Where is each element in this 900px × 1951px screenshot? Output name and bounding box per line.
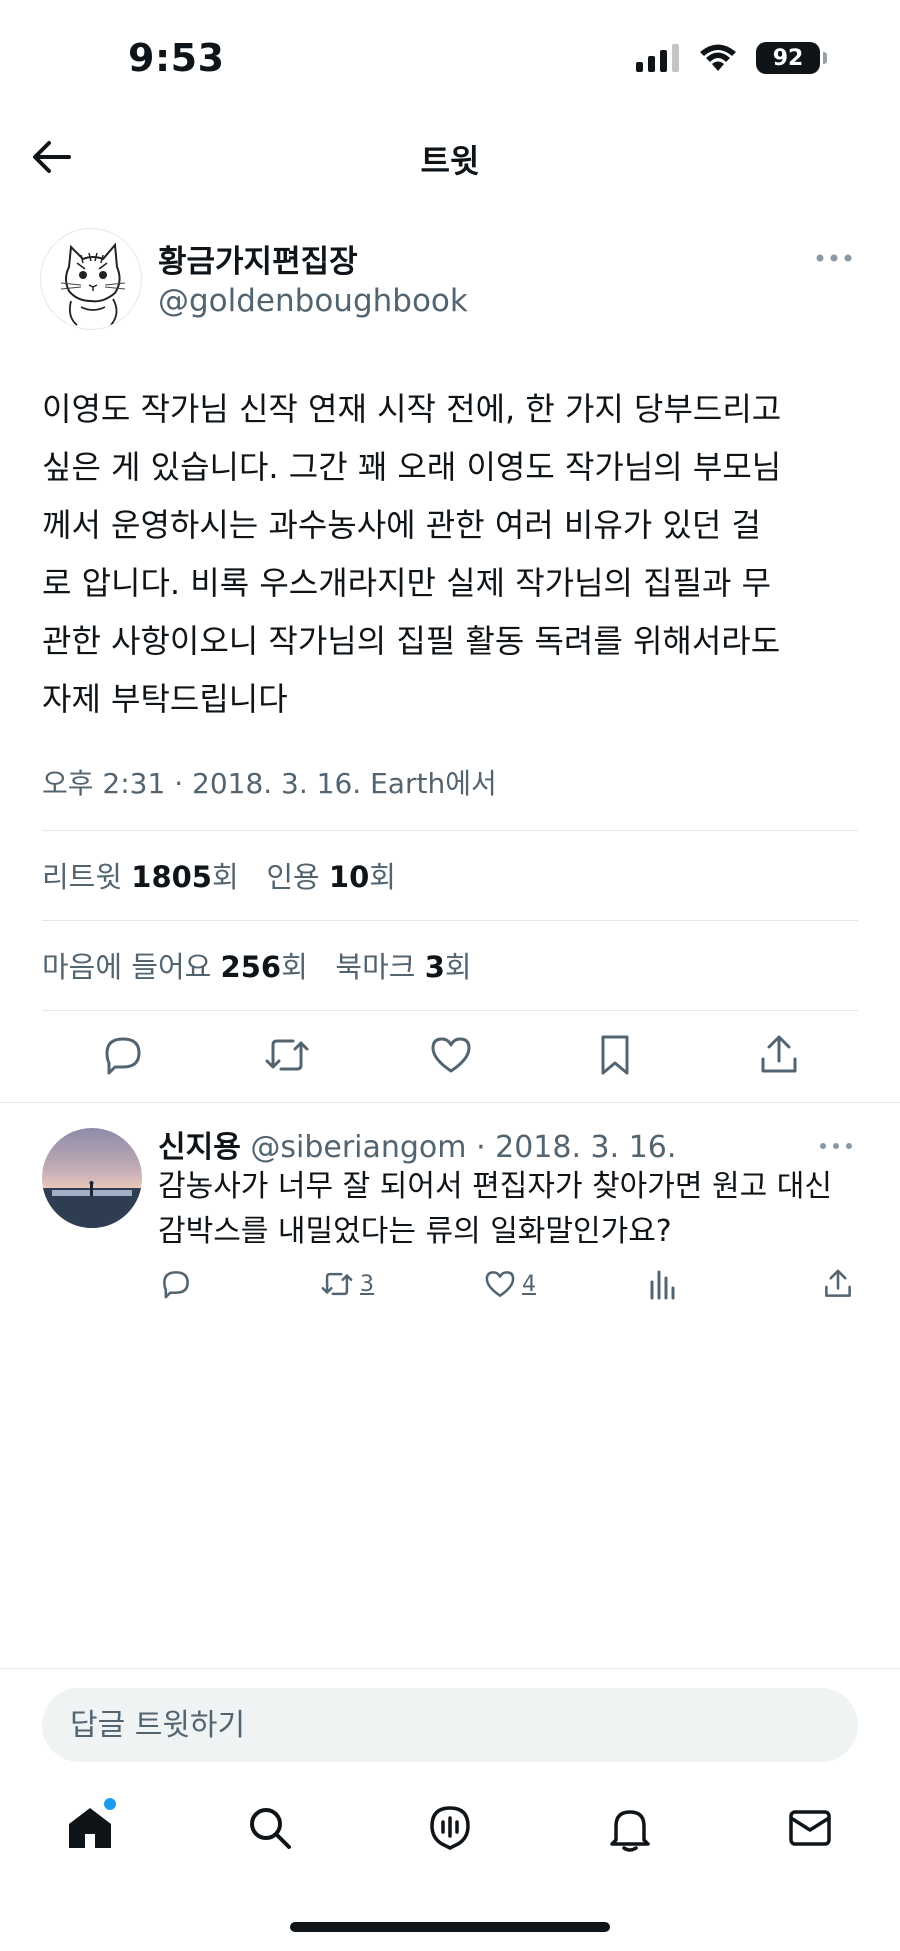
divider <box>0 1102 900 1103</box>
bookmark-button[interactable] <box>590 1030 640 1080</box>
retweet-label: 리트윗 <box>42 860 123 894</box>
nav-spaces[interactable] <box>422 1800 478 1856</box>
like-count: 256 <box>220 950 282 984</box>
status-icons: 92 <box>636 42 827 74</box>
battery-level: 92 <box>772 45 804 71</box>
like-button[interactable] <box>426 1030 476 1080</box>
tweet-timestamp[interactable]: 오후 2:31 · 2018. 3. 16. Earth에서 <box>42 762 497 802</box>
times-suffix: 회 <box>369 860 396 894</box>
status-time: 9:53 <box>128 36 225 80</box>
reply-icon <box>163 1271 189 1299</box>
tweet-text-line: 이영도 작가님 신작 연재 시작 전에, 한 가지 당부드리고 <box>42 390 782 428</box>
signal-icon <box>636 44 679 72</box>
bookmark-count: 3 <box>424 950 445 984</box>
tweet-text-line: 로 압니다. 비록 우스개라지만 실제 작가님의 집필과 무 <box>42 564 772 602</box>
home-indicator[interactable] <box>290 1922 610 1932</box>
heart-icon <box>431 1037 471 1073</box>
heart-icon <box>485 1271 515 1297</box>
share-icon <box>825 1269 851 1297</box>
notification-dot <box>104 1798 116 1810</box>
reply-share-button[interactable] <box>822 1268 854 1300</box>
reply-text: 감농사가 너무 잘 되어서 편집자가 찾아가면 원고 대신 감박스를 내밀었다는… <box>158 1164 868 1254</box>
wifi-icon <box>700 44 736 71</box>
reply-date[interactable]: · 2018. 3. 16. <box>476 1130 676 1165</box>
reply-author-handle[interactable]: @siberiangom <box>250 1130 466 1165</box>
reply-reply-button[interactable] <box>160 1268 192 1300</box>
nav-notifications[interactable] <box>602 1800 658 1856</box>
home-icon <box>69 1808 111 1848</box>
times-suffix: 회 <box>444 950 472 984</box>
share-icon <box>761 1035 797 1073</box>
analytics-icon <box>650 1270 675 1300</box>
author-avatar[interactable] <box>40 228 142 330</box>
tweet-text-line: 께서 운영하시는 과수농사에 관한 여러 비유가 있던 걸 <box>42 506 761 544</box>
cat-illustration-icon <box>60 242 126 326</box>
nav-search[interactable] <box>242 1800 298 1856</box>
times-suffix: 회 <box>281 950 308 984</box>
retweet-stats[interactable]: 리트윗 1805회 인용 10회 <box>42 854 396 896</box>
tweet-text-line: 관한 사항이오니 작가님의 집필 활동 독려를 위해서라도 <box>42 622 781 660</box>
quote-count: 10 <box>328 860 370 894</box>
reply-like-button[interactable]: 4 <box>484 1268 536 1300</box>
header: 트윗 <box>0 120 900 200</box>
share-button[interactable] <box>754 1030 804 1080</box>
author-handle[interactable]: @goldenboughbook <box>158 283 468 319</box>
reply-header: 신지용 @siberiangom · 2018. 3. 16. <box>158 1122 676 1166</box>
retweet-button[interactable] <box>262 1030 312 1080</box>
tweet-text-line: 싶은 게 있습니다. 그간 꽤 오래 이영도 작가님의 부모님 <box>42 448 782 486</box>
reply-compose[interactable] <box>42 1688 858 1762</box>
reply-avatar[interactable] <box>42 1128 142 1228</box>
divider <box>42 1010 858 1011</box>
search-icon <box>250 1808 291 1849</box>
times-suffix: 회 <box>211 860 239 894</box>
reply-author-name[interactable]: 신지용 <box>158 1130 241 1165</box>
bottom-nav <box>0 1790 900 1870</box>
bookmark-label: 북마크 <box>335 950 416 984</box>
reply-text-line: 감농사가 너무 잘 되어서 편집자가 찾아가면 원고 대신 <box>158 1169 832 1204</box>
page-title: 트윗 <box>420 142 480 180</box>
reply-input[interactable] <box>42 1688 858 1762</box>
reply-more-icon[interactable] <box>818 1138 854 1154</box>
retweet-count: 1805 <box>131 860 212 894</box>
landscape-photo-icon <box>42 1181 142 1228</box>
nav-messages[interactable] <box>782 1800 838 1856</box>
reply-like-count: 4 <box>522 1271 536 1297</box>
reply-button[interactable] <box>98 1030 148 1080</box>
reply-text-line: 감박스를 내밀었다는 류의 일화말인가요? <box>158 1214 672 1249</box>
divider <box>42 830 858 831</box>
messages-icon <box>789 1810 831 1846</box>
reply-retweet-button[interactable]: 3 <box>320 1268 374 1300</box>
quote-label: 인용 <box>266 860 320 894</box>
battery-icon: 92 <box>756 42 827 74</box>
retweet-icon <box>321 1272 353 1296</box>
like-stats[interactable]: 마음에 들어요 256회 북마크 3회 <box>42 944 472 986</box>
spaces-icon <box>430 1806 470 1850</box>
divider <box>42 920 858 921</box>
tweet-text: 이영도 작가님 신작 연재 시작 전에, 한 가지 당부드리고 싶은 게 있습니… <box>42 380 862 728</box>
notifications-icon <box>610 1810 650 1852</box>
author-name[interactable]: 황금가지편집장 <box>158 236 358 281</box>
reply-retweet-count: 3 <box>360 1271 374 1297</box>
reply-views-button[interactable] <box>648 1268 678 1300</box>
like-label: 마음에 들어요 <box>42 950 212 984</box>
status-bar: 9:53 92 <box>0 0 900 120</box>
reply-icon <box>105 1037 141 1075</box>
tweet-actions <box>0 1030 900 1090</box>
retweet-icon <box>265 1039 309 1071</box>
nav-home[interactable] <box>62 1798 118 1856</box>
tweet-text-line: 자제 부탁드립니다 <box>42 680 288 718</box>
bookmark-icon <box>601 1035 629 1075</box>
more-options-icon[interactable] <box>814 248 854 268</box>
divider <box>0 1668 900 1669</box>
reply-actions: 3 4 <box>0 1268 900 1308</box>
